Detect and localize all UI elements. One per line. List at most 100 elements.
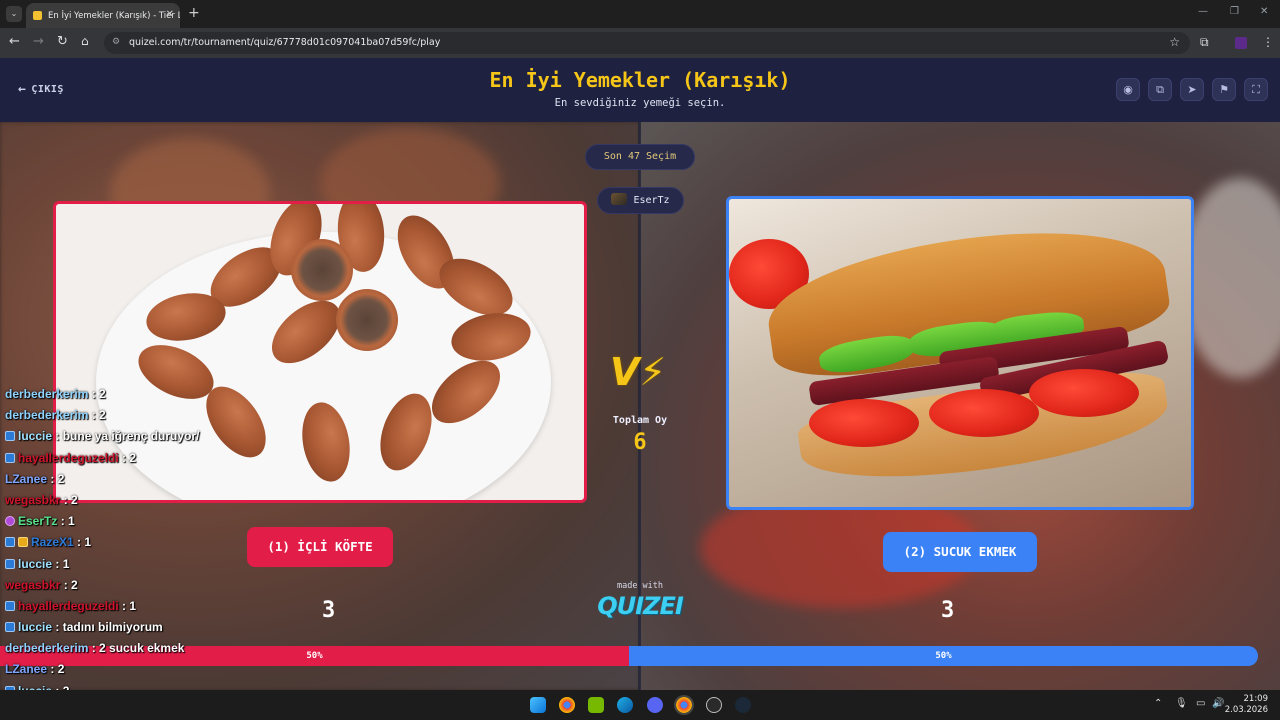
chat-message: LZanee : 2 (5, 469, 265, 490)
chat-username[interactable]: derbederkerim (5, 387, 88, 401)
chat-username[interactable]: luccie (18, 620, 52, 634)
chat-username[interactable]: derbederkerim (5, 408, 88, 422)
made-with-label: made with (616, 581, 664, 591)
taskbar-clock[interactable]: 21:09 2.03.2026 (1225, 694, 1268, 716)
chrome-taskbar-icon[interactable] (559, 697, 575, 713)
chat-message: derbederkerim : 2 (5, 384, 265, 405)
os-taskbar: ⌃ 🎙 ▭ 🔊 21:09 2.03.2026 (0, 690, 1280, 720)
chat-text: : 2 (50, 471, 65, 486)
chat-username[interactable]: luccie (18, 557, 52, 571)
quiz-title: En İyi Yemekler (Karışık) (489, 68, 791, 92)
start-icon[interactable] (530, 697, 546, 713)
quiz-page: ← ÇIKIŞ En İyi Yemekler (Karışık) En sevd… (0, 58, 1280, 690)
report-flag-icon[interactable]: ⚑ (1212, 78, 1236, 101)
edge-icon[interactable] (617, 697, 633, 713)
browser-menu-icon[interactable]: ⋮ (1262, 35, 1274, 49)
food-piece (809, 399, 919, 447)
recent-choices-pill[interactable]: Son 47 Seçim (585, 144, 695, 170)
choose-right-button[interactable]: (2) SUCUK EKMEK (883, 532, 1037, 572)
bookmark-star-icon[interactable]: ☆ (1169, 35, 1180, 49)
chat-text: : 2 (50, 662, 65, 677)
chat-username[interactable]: derbederkerim (5, 641, 88, 655)
chrome-active-icon[interactable] (674, 695, 694, 715)
chat-text: : 2 (63, 492, 78, 507)
tray-chevron-icon[interactable]: ⌃ (1154, 698, 1162, 709)
chat-text: : 2 (91, 408, 106, 423)
option-image-right[interactable] (726, 196, 1194, 510)
microphone-icon[interactable]: 🎙 (1175, 698, 1188, 709)
new-tab-icon[interactable]: + (188, 5, 200, 21)
chat-message: wegasbkr : 2 (5, 490, 265, 511)
reload-icon[interactable]: ↻ (57, 34, 68, 49)
chat-badge-icon (5, 516, 15, 527)
site-info-icon[interactable]: ⚙ (112, 37, 120, 47)
stream-chat-overlay: derbederkerim : 2 derbederkerim : 2 luccie… (5, 384, 265, 690)
chat-username[interactable]: LZanee (5, 662, 47, 676)
right-percent-bar: 50% (629, 646, 1258, 666)
brand-logo[interactable]: QUIZEI (580, 592, 700, 620)
address-bar[interactable]: ⚙ quizei.com/tr/tournament/quiz/67778d01… (104, 32, 1190, 54)
chat-text: : tadını bilmiyorum (55, 620, 163, 635)
extension-app-icon[interactable] (1235, 37, 1247, 49)
chat-badge-icon (5, 558, 15, 569)
total-votes-label: Toplam Oy (612, 415, 668, 426)
total-votes-value: 6 (633, 430, 647, 455)
chat-username[interactable]: hayallerdeguzeldi (18, 599, 119, 613)
steam-icon[interactable] (735, 697, 751, 713)
quiz-header: ← ÇIKIŞ En İyi Yemekler (Karışık) En sevd… (0, 58, 1280, 122)
chat-username[interactable]: RazeX1 (31, 535, 74, 549)
choose-left-button[interactable]: (1) İÇLİ KÖFTE (247, 527, 393, 567)
chat-username[interactable]: wegasbkr (5, 493, 60, 507)
chat-username[interactable]: luccie (18, 429, 52, 443)
minimize-icon[interactable]: — (1198, 6, 1208, 17)
chat-username[interactable]: LZanee (5, 472, 47, 486)
chat-username[interactable]: hayallerdeguzeldi (18, 451, 119, 465)
tab-favicon-icon (33, 11, 42, 20)
fullscreen-icon[interactable]: ⛶ (1244, 78, 1268, 101)
chat-message: luccie : tadını bilmiyorum (5, 617, 265, 638)
chat-message: derbederkerim : 2 sucuk ekmek (5, 638, 265, 659)
chat-badge-icon (5, 537, 15, 548)
home-icon[interactable]: ⌂ (81, 34, 89, 48)
chat-badge-icon (18, 537, 28, 548)
share-send-icon[interactable]: ➤ (1180, 78, 1204, 101)
clock-date: 2.03.2026 (1224, 705, 1268, 715)
nvidia-icon[interactable] (588, 697, 604, 713)
clock-time: 21:09 (1243, 694, 1269, 704)
tab-title: En İyi Yemekler (Karışık) - Tier L (48, 11, 180, 21)
chat-text: : 2 (63, 577, 78, 592)
user-name: EserTz (633, 195, 670, 206)
discord-icon[interactable] (647, 697, 663, 713)
chat-username[interactable]: EserTz (18, 514, 57, 528)
chat-text: : bune ya iğrenç duruyor/ (55, 429, 200, 444)
back-icon[interactable]: ← (9, 34, 20, 49)
chat-username[interactable]: wegasbkr (5, 578, 60, 592)
chat-text: : 2 (122, 450, 137, 465)
chat-text: : 1 (55, 556, 70, 571)
eye-icon[interactable]: ◉ (1116, 78, 1140, 101)
forward-icon[interactable]: → (33, 34, 44, 49)
chat-text: : 1 (122, 598, 137, 613)
food-piece (929, 389, 1039, 437)
app-icon[interactable] (706, 697, 722, 713)
tab-search-icon[interactable]: ⌄ (6, 6, 22, 22)
chat-message: hayallerdeguzeldi : 1 (5, 596, 265, 617)
close-window-icon[interactable]: ✕ (1260, 6, 1268, 17)
chat-message: luccie : bune ya iğrenç duruyor/ (5, 426, 265, 447)
user-pill: EserTz (597, 187, 684, 214)
right-vote-count: 3 (941, 598, 955, 623)
network-icon[interactable]: ▭ (1196, 698, 1205, 709)
chat-message: luccie : 2 (5, 681, 265, 690)
chat-message: luccie : 1 (5, 554, 265, 575)
quiz-subtitle: En sevdiğiniz yemeği seçin. (554, 97, 726, 109)
vs-logo-icon: V⚡ (610, 350, 667, 394)
maximize-icon[interactable]: ❐ (1230, 6, 1239, 17)
tab-strip: ⌄ En İyi Yemekler (Karışık) - Tier L ✕ +… (0, 0, 1280, 28)
tab-close-icon[interactable]: ✕ (166, 9, 174, 20)
browser-tab-active[interactable]: En İyi Yemekler (Karışık) - Tier L ✕ (26, 3, 180, 28)
browser-chrome: ⌄ En İyi Yemekler (Karışık) - Tier L ✕ +… (0, 0, 1280, 58)
copy-icon[interactable]: ⧉ (1148, 78, 1172, 101)
left-vote-count: 3 (322, 598, 336, 623)
volume-icon[interactable]: 🔊 (1212, 698, 1224, 709)
extensions-icon[interactable]: ⧉ (1200, 35, 1209, 50)
